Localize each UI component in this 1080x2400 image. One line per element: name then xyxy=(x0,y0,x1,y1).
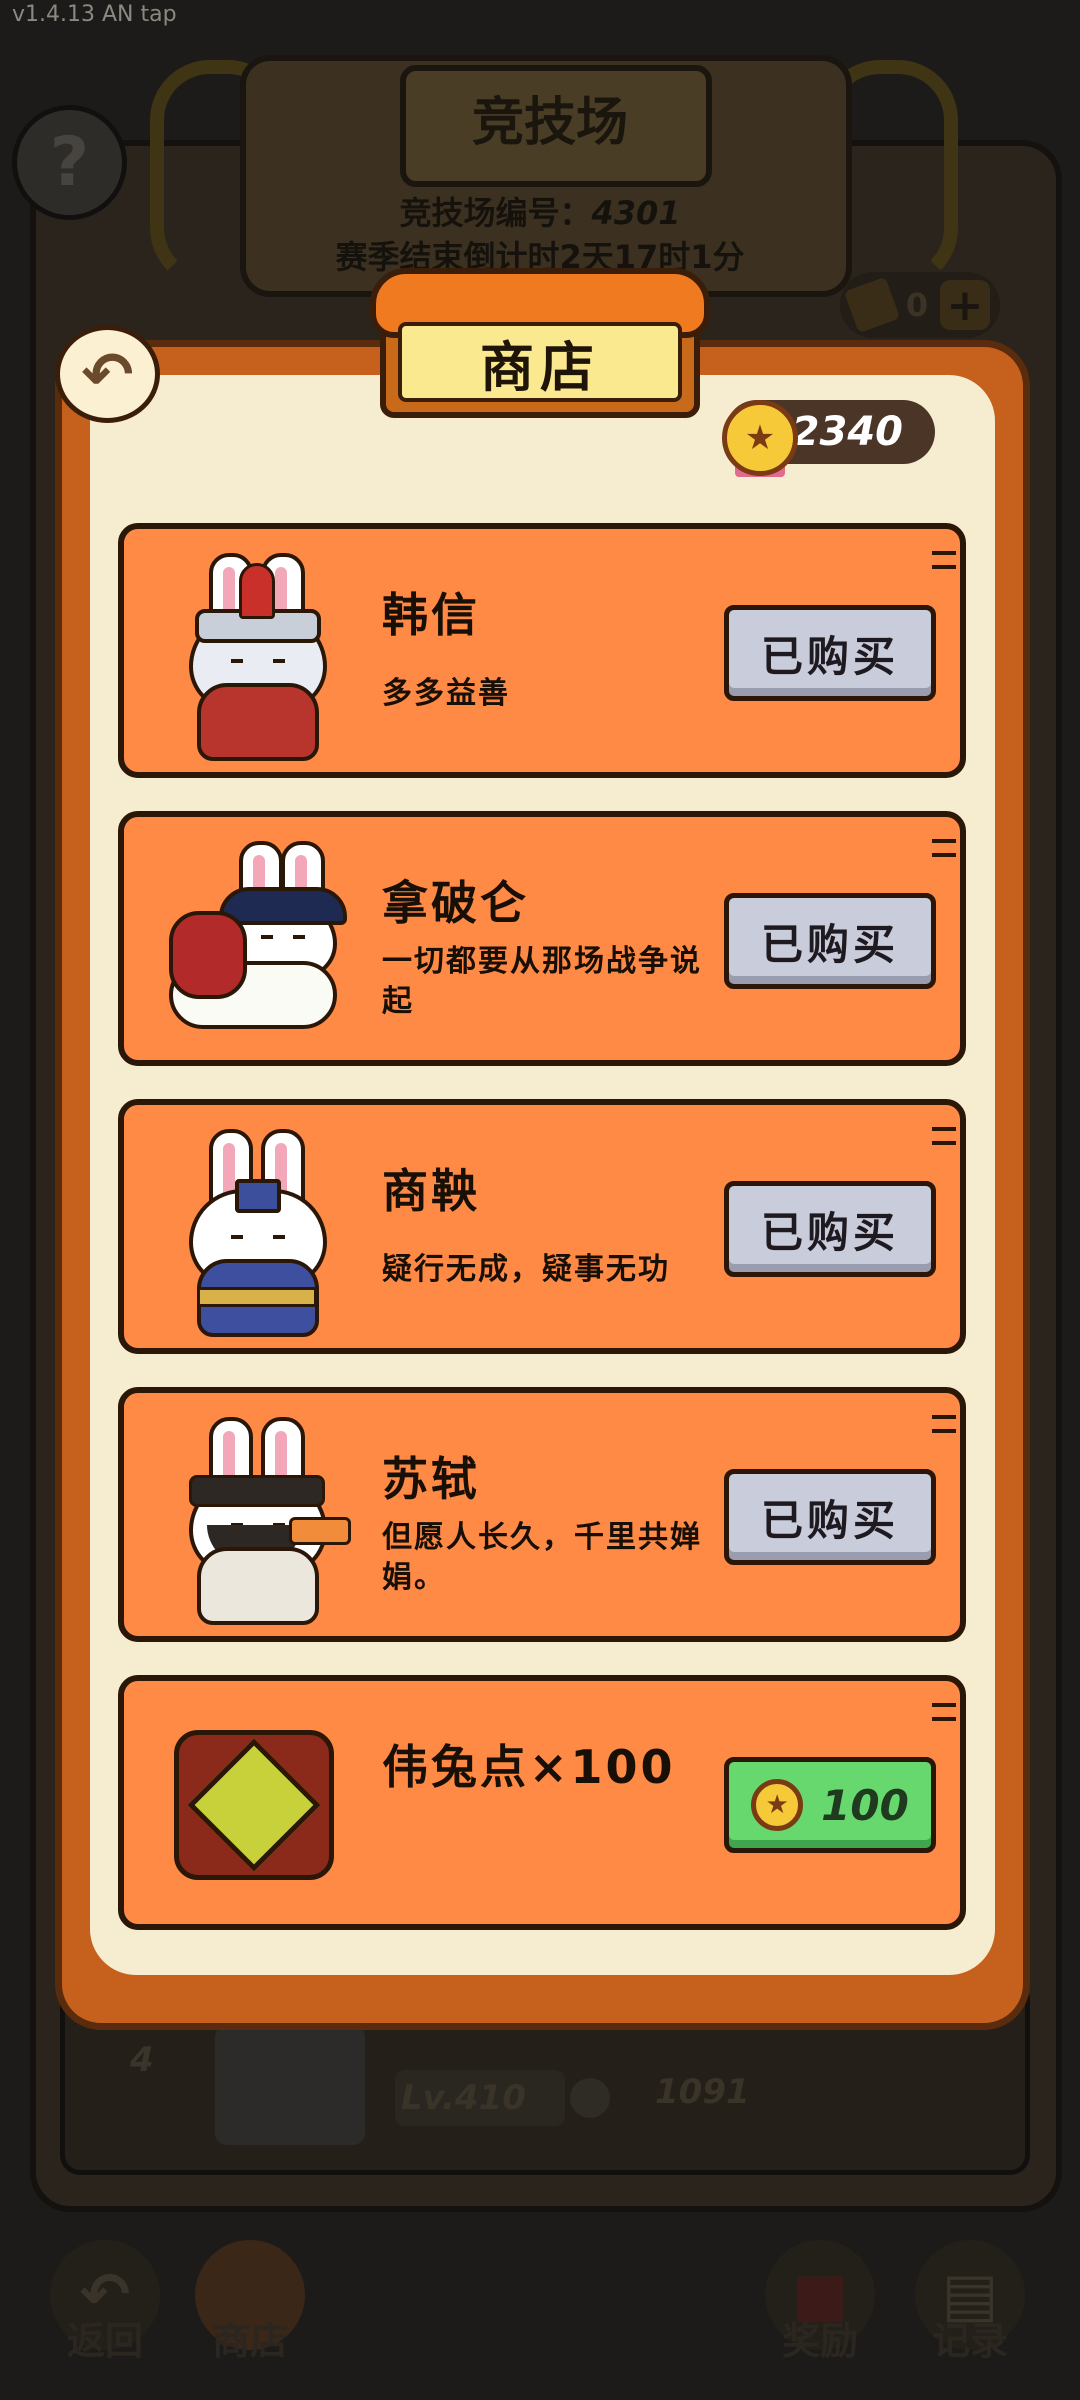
player-level: Lv.410 xyxy=(395,2070,565,2126)
napoleon-portrait xyxy=(146,831,361,1051)
shop-title: 商店 xyxy=(398,322,682,402)
nav-back-button[interactable]: ↶ 返回 xyxy=(40,2225,170,2365)
card-notch xyxy=(932,1703,956,1721)
card-notch xyxy=(932,1415,956,1433)
shop-item-napoleon: 拿破仑 一切都要从那场战争说起 已购买 xyxy=(118,811,966,1066)
sushi-portrait xyxy=(146,1407,361,1627)
card-notch xyxy=(932,839,956,857)
nav-shop-label: 商店 xyxy=(211,2319,288,2363)
help-button[interactable]: ? xyxy=(12,105,127,220)
nav-records-button[interactable]: ▤ 记录 xyxy=(905,2225,1035,2365)
shop-item-hanxin: 韩信 多多益善 已购买 xyxy=(118,523,966,778)
card-notch xyxy=(932,1127,956,1145)
ticket-counter: 0 + xyxy=(840,272,1000,338)
add-ticket-button[interactable]: + xyxy=(939,280,990,331)
medal-star-icon: ★ xyxy=(751,1779,804,1831)
card-notch xyxy=(932,551,956,569)
item-name: 商鞅 xyxy=(382,1164,480,1218)
item-desc: 一切都要从那场战争说起 xyxy=(382,944,702,1019)
hanxin-portrait xyxy=(146,543,361,763)
help-icon: ? xyxy=(49,123,90,202)
medal-star-icon: ★ xyxy=(722,400,798,476)
shop-item-shangyang: 商鞅 疑行无成，疑事无功 已购买 xyxy=(118,1099,966,1354)
currency-amount: 2340 xyxy=(791,409,903,455)
purchased-button[interactable]: 已购买 xyxy=(724,1181,936,1277)
nav-rewards-button[interactable]: ■ 奖励 xyxy=(755,2225,885,2365)
item-desc: 多多益善 xyxy=(382,676,510,711)
avatar xyxy=(215,2025,365,2145)
item-desc: 疑行无成，疑事无功 xyxy=(382,1252,670,1287)
item-name: 苏轼 xyxy=(382,1452,480,1506)
purchased-button[interactable]: 已购买 xyxy=(724,1469,936,1565)
shop-back-button[interactable]: ↶ xyxy=(55,325,160,423)
nav-back-label: 返回 xyxy=(66,2319,143,2363)
shop-item-sushi: 苏轼 但愿人长久，千里共婵娟。 已购买 xyxy=(118,1387,966,1642)
purchased-button[interactable]: 已购买 xyxy=(724,605,936,701)
item-name: 伟兔点×100 xyxy=(382,1740,676,1794)
price-label: 100 xyxy=(821,1780,909,1830)
ticket-icon xyxy=(843,276,901,334)
arena-number: 4301 xyxy=(591,194,681,232)
item-desc: 但愿人长久，千里共婵娟。 xyxy=(382,1520,702,1595)
ticket-count: 0 xyxy=(905,286,929,324)
buy-button[interactable]: ★ 100 xyxy=(724,1757,936,1853)
arena-number-line: 竞技场编号：4301 xyxy=(0,188,1080,234)
nav-records-label: 记录 xyxy=(931,2319,1008,2363)
arena-number-label: 竞技场编号： xyxy=(399,194,592,232)
nav-shop-button[interactable]: 商店 xyxy=(185,2225,315,2365)
score-coin-icon xyxy=(570,2078,610,2118)
purchased-button[interactable]: 已购买 xyxy=(724,893,936,989)
shangyang-portrait xyxy=(146,1119,361,1339)
back-arrow-icon: ↶ xyxy=(81,337,134,411)
rabbit-points-icon xyxy=(146,1695,361,1915)
item-name: 韩信 xyxy=(382,588,480,642)
arena-title: 竞技场 xyxy=(471,93,628,153)
rank-number: 4 xyxy=(130,2040,154,2080)
status-bar-text: v1.4.13 AN tap xyxy=(12,2,177,27)
player-score: 1091 xyxy=(655,2072,750,2112)
item-name: 拿破仑 xyxy=(382,876,529,930)
shop-item-points: 伟兔点×100 ★ 100 xyxy=(118,1675,966,1930)
nav-rewards-label: 奖励 xyxy=(781,2319,858,2363)
